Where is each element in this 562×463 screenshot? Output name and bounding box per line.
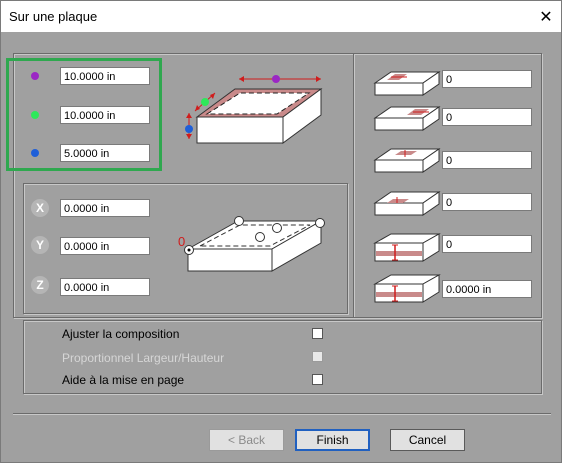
layout-help-checkbox[interactable] [312,374,323,385]
thickness-offset-field[interactable]: 0.0000 in [442,280,532,298]
origin-label: 0 [178,234,186,249]
thickness-field[interactable]: 0 [442,235,532,253]
adjust-composition-label: Ajuster la composition [62,327,180,341]
cancel-button[interactable]: Cancel [390,429,465,451]
proportional-checkbox[interactable] [312,351,323,362]
margin-top-field[interactable]: 0 [442,151,532,169]
z-field[interactable]: 0.0000 in [60,278,150,296]
height-color-dot [31,149,39,157]
close-icon[interactable]: ✕ [531,1,561,32]
margin-left-icon [373,71,441,96]
plate-origin-diagram [184,216,325,272]
width-field[interactable]: 10.0000 in [60,67,150,85]
margin-bottom-icon [373,191,441,216]
x-field[interactable]: 0.0000 in [60,199,150,217]
height-field[interactable]: 5.0000 in [60,144,150,162]
y-axis-icon: Y [31,236,49,254]
finish-button[interactable]: Finish [295,429,370,451]
adjust-composition-checkbox[interactable] [312,328,323,339]
y-field[interactable]: 0.0000 in [60,237,150,255]
thickness-icon [373,233,441,262]
margin-top-icon [373,148,441,173]
footer-separator [13,413,551,415]
x-axis-icon: X [31,199,49,217]
margin-bottom-field[interactable]: 0 [442,193,532,211]
margin-right-icon [373,106,441,131]
depth-field[interactable]: 10.0000 in [60,106,150,124]
margin-right-field[interactable]: 0 [442,108,532,126]
plate-dimensions-diagram [185,75,323,144]
window-title: Sur une plaque [9,9,98,24]
layout-help-label: Aide à la mise en page [62,373,185,387]
proportional-label: Proportionnel Largeur/Hauteur [62,351,225,365]
dialog-window: Sur une plaque ✕ 10.0000 in 10.0000 in 5… [0,0,562,463]
thickness-offset-icon [373,274,441,303]
margin-left-field[interactable]: 0 [442,70,532,88]
z-axis-icon: Z [31,276,49,294]
title-bar: Sur une plaque ✕ [1,1,561,32]
back-button[interactable]: < Back [209,429,284,451]
depth-color-dot [31,111,39,119]
width-color-dot [31,72,39,80]
